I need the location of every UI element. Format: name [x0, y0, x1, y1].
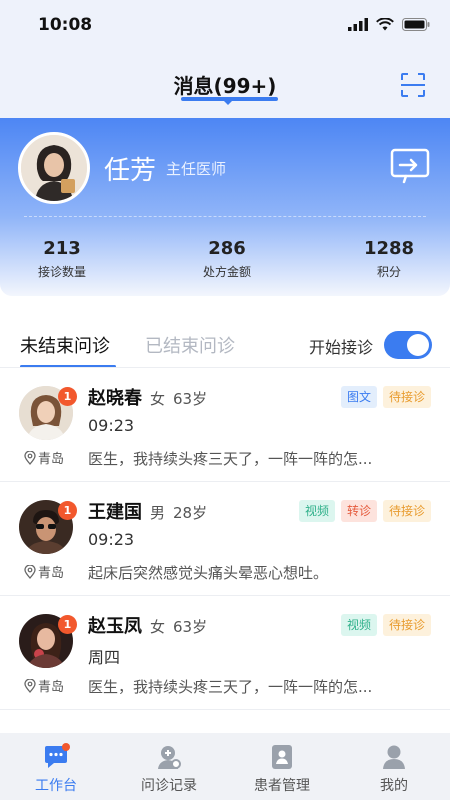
stat-label: 处方金额	[202, 265, 251, 279]
tab-workbench[interactable]: 工作台	[11, 743, 101, 795]
patient-age: 63岁	[173, 390, 208, 408]
tab-patient-management[interactable]: 患者管理	[237, 743, 327, 795]
tag-group: 图文 待接诊	[340, 386, 431, 408]
consult-item[interactable]: 1 青岛 赵晓春 女 63岁 09:23 医生，我持续头疼三天了，一阵一阵的怎.…	[0, 368, 450, 482]
location-pin-icon	[24, 678, 36, 693]
stat-value: 286	[208, 238, 246, 259]
location-text: 青岛	[38, 680, 65, 695]
consult-item[interactable]: 1 青岛 赵玉凤 女 63岁 周四 医生，我持续头疼三天了，一阵一阵的怎... …	[0, 596, 450, 710]
message-preview: 起床后突然感觉头痛头晕恶心想吐。	[88, 564, 329, 582]
message-time: 周四	[88, 648, 121, 667]
tag-pending: 待接诊	[382, 386, 431, 408]
switch-account-icon[interactable]	[390, 148, 430, 184]
top-area: 10:08 消息(99+)	[0, 0, 450, 118]
tab-label: 我的	[380, 778, 408, 794]
patient-gender: 女	[150, 618, 166, 636]
doctor-profile-card: 任芳 主任医师 213 接诊数量 286 处方金额 1288 积分	[0, 118, 450, 296]
unread-badge: 1	[58, 501, 77, 520]
location: 青岛	[24, 448, 64, 467]
doctor-title: 主任医师	[166, 160, 227, 178]
unread-badge: 1	[58, 387, 77, 406]
stat-label: 积分	[376, 265, 401, 279]
patient-age: 63岁	[173, 618, 208, 636]
unread-badge: 1	[58, 615, 77, 634]
stat-consultations[interactable]: 213 接诊数量	[7, 238, 117, 280]
tab-ongoing[interactable]: 未结束问诊	[20, 332, 110, 358]
tab-consult-records[interactable]: 问诊记录	[124, 743, 214, 795]
patient-gender: 男	[150, 504, 166, 522]
title-underline-tip	[223, 100, 233, 105]
location: 青岛	[24, 562, 64, 581]
tag-pending: 待接诊	[382, 500, 431, 522]
chat-icon	[42, 743, 70, 771]
wifi-icon	[376, 18, 394, 31]
status-icons	[348, 18, 430, 31]
stat-prescription-amount[interactable]: 286 处方金额	[172, 238, 282, 280]
location-text: 青岛	[38, 452, 65, 467]
location-text: 青岛	[38, 566, 65, 581]
page-title: 消息(99+)	[173, 74, 277, 98]
patient-gender: 女	[150, 390, 166, 408]
tag-text-image: 图文	[340, 386, 377, 408]
tag-video: 视频	[340, 614, 377, 636]
stat-value: 1288	[363, 238, 415, 259]
accept-consult-toggle[interactable]	[384, 331, 432, 359]
tab-finished[interactable]: 已结束问诊	[145, 332, 235, 358]
stat-value: 213	[43, 238, 81, 259]
patient-name: 王建国	[88, 502, 142, 523]
stat-label: 接诊数量	[37, 265, 86, 279]
location-pin-icon	[24, 564, 36, 579]
person-icon	[380, 743, 408, 771]
nav-title: 消息(99+)	[0, 70, 450, 99]
message-time: 09:23	[88, 416, 135, 435]
bottom-tab-bar: 工作台 问诊记录 患者管理 我的	[0, 733, 450, 800]
patient-name: 赵晓春	[88, 388, 142, 409]
signal-icon	[348, 18, 368, 31]
doctor-avatar[interactable]	[18, 132, 90, 204]
card-divider	[24, 216, 426, 217]
location-pin-icon	[24, 450, 36, 465]
patient-card-icon	[268, 743, 296, 771]
stat-points[interactable]: 1288 积分	[334, 238, 444, 280]
status-time: 10:08	[38, 15, 93, 35]
tab-mine[interactable]: 我的	[349, 743, 439, 795]
tab-label: 工作台	[35, 778, 77, 794]
tag-group: 视频 待接诊	[340, 614, 431, 636]
tab-label: 问诊记录	[141, 778, 197, 794]
tag-group: 视频 转诊 待接诊	[298, 500, 431, 522]
location: 青岛	[24, 676, 64, 695]
doctor-avatar-image	[21, 135, 87, 201]
consult-tabs: 未结束问诊 已结束问诊 开始接诊	[0, 325, 450, 368]
toggle-knob	[407, 334, 429, 356]
message-preview: 医生，我持续头疼三天了，一阵一阵的怎...	[88, 450, 373, 468]
scan-icon[interactable]	[400, 72, 426, 98]
patient-name: 赵玉凤	[88, 616, 142, 637]
tag-referral: 转诊	[340, 500, 377, 522]
patient-age: 28岁	[173, 504, 208, 522]
doctor-name: 任芳	[104, 156, 157, 186]
battery-icon	[402, 18, 430, 31]
toggle-label: 开始接诊	[309, 338, 374, 357]
consult-record-icon	[155, 743, 183, 771]
message-time: 09:23	[88, 530, 135, 549]
consult-item[interactable]: 1 青岛 王建国 男 28岁 09:23 起床后突然感觉头痛头晕恶心想吐。 视频…	[0, 482, 450, 596]
tag-video: 视频	[298, 500, 335, 522]
message-preview: 医生，我持续头疼三天了，一阵一阵的怎...	[88, 678, 373, 696]
tab-label: 患者管理	[254, 778, 310, 794]
tag-pending: 待接诊	[382, 614, 431, 636]
status-bar: 10:08	[0, 0, 450, 50]
